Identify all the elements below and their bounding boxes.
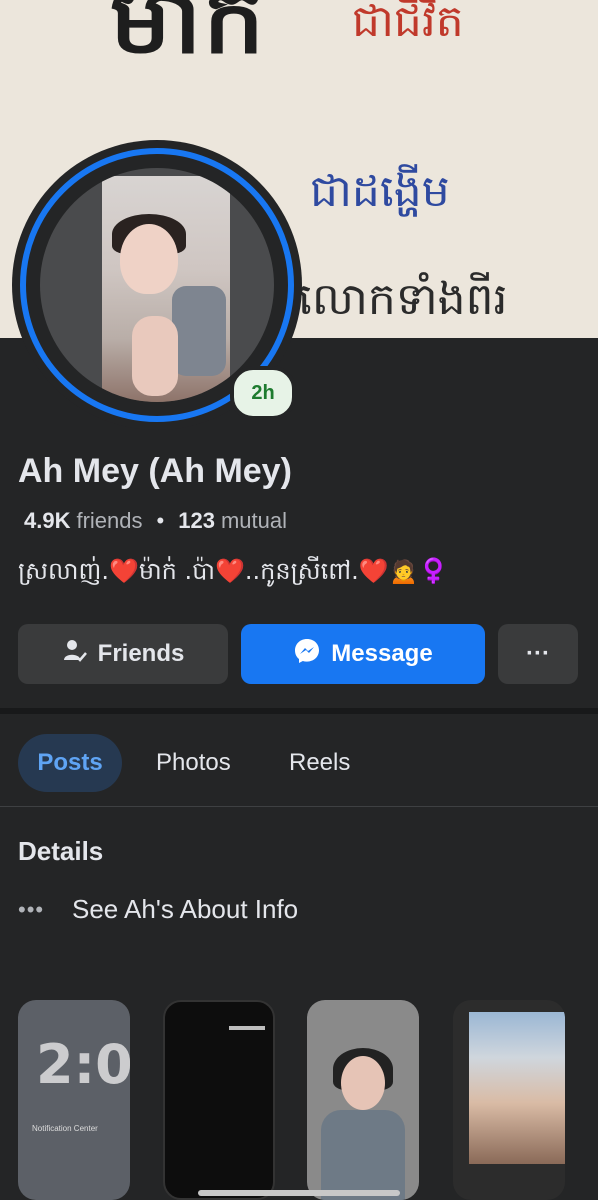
featured-thumbnail-1[interactable]: 2:05 Notification Center	[18, 1000, 130, 1200]
friends-count-label: friends	[76, 508, 143, 533]
featured-thumbnail-3[interactable]	[307, 1000, 419, 1200]
tabs-divider	[0, 806, 598, 807]
tab-reels[interactable]: Reels	[289, 734, 350, 792]
story-time-badge[interactable]: 2h	[230, 366, 296, 420]
profile-stats[interactable]: 4.9K friends • 123 mutual	[24, 508, 287, 534]
featured-thumbnail-2[interactable]	[163, 1000, 275, 1200]
mutual-count-label: mutual	[220, 508, 287, 533]
about-info-label: See Ah's About Info	[72, 894, 299, 924]
see-about-info-link[interactable]: ••• See Ah's About Info	[18, 894, 298, 925]
home-indicator	[198, 1190, 400, 1196]
more-options-icon: ···	[526, 640, 550, 667]
cover-text-large: មាក	[110, 0, 267, 75]
lockscreen-clock: 2:05	[36, 1033, 130, 1096]
cover-text-line-2: ជាដង្ហើម	[310, 166, 450, 217]
section-divider	[0, 708, 598, 714]
avatar-photo	[40, 168, 274, 402]
profile-name: Ah Mey (Ah Mey)	[18, 452, 292, 490]
profile-bio: ស្រលាញ់.❤️ម៉ាក់ .ប៉ា❤️..កូនស្រីពៅ.❤️🙍‍♀️	[18, 557, 449, 585]
tab-posts[interactable]: Posts	[18, 734, 122, 792]
avatar-image	[102, 176, 230, 402]
messenger-icon	[293, 637, 321, 672]
tab-photos[interactable]: Photos	[156, 734, 231, 792]
friends-button-label: Friends	[97, 640, 185, 667]
mutual-count: 123	[178, 508, 215, 533]
friends-button[interactable]: Friends	[18, 624, 228, 684]
cover-text-line-3: លោកទាំងពីរ	[298, 274, 508, 325]
separator-dot: •	[156, 508, 165, 533]
friends-count: 4.9K	[24, 508, 71, 533]
featured-thumbnail-4[interactable]	[453, 1000, 565, 1200]
message-button-label: Message	[331, 640, 433, 667]
profile-avatar[interactable]: 2h	[12, 140, 302, 430]
friend-check-icon	[62, 638, 88, 671]
more-dots-icon: •••	[18, 896, 45, 922]
notification-center-label: Notification Center	[32, 1124, 98, 1133]
cover-text-line-1: ជាជីវិត	[352, 0, 464, 47]
details-heading: Details	[18, 836, 104, 866]
more-options-button[interactable]: ···	[498, 624, 578, 684]
message-button[interactable]: Message	[241, 624, 485, 684]
